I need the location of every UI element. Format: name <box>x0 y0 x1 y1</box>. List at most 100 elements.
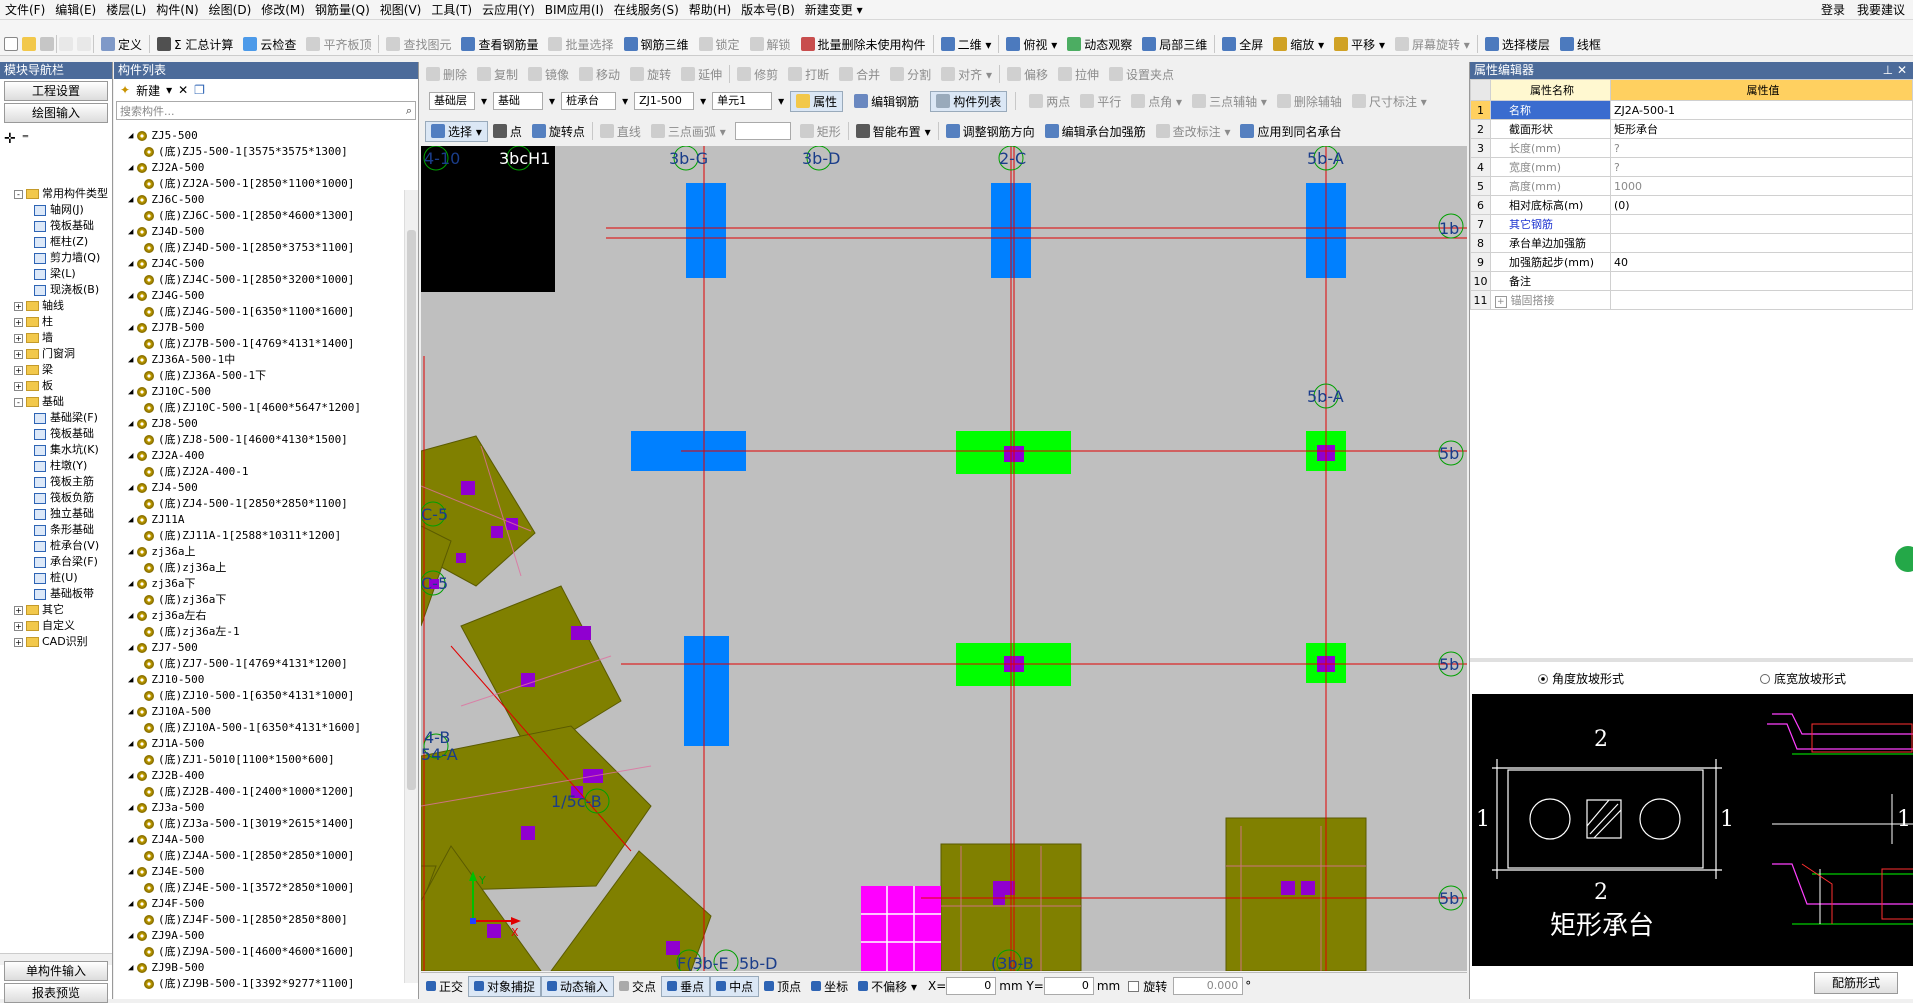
component-list-item[interactable]: (底)ZJ2B-400-1[2400*1000*1200] <box>118 784 404 800</box>
menu-item[interactable]: BIM应用(I) <box>540 1 609 18</box>
tree-node[interactable]: 剪力墙(Q) <box>0 250 112 266</box>
toolbar-button[interactable]: 俯视 ▾ <box>1001 34 1062 55</box>
menu-item[interactable]: 绘图(D) <box>204 1 257 18</box>
toolbar-button[interactable]: 全屏 <box>1217 34 1268 55</box>
new-component-button[interactable]: 新建 <box>136 82 160 99</box>
edit-tool-button[interactable]: 偏移 <box>1002 64 1053 85</box>
edit-tool-button[interactable]: 旋转 <box>625 64 676 85</box>
toolbar-button[interactable]: 平齐板顶 <box>301 34 376 55</box>
property-row[interactable]: 4 宽度(mm)? <box>1470 157 1913 177</box>
component-list-item[interactable]: (底)ZJ4E-500-1[3572*2850*1000] <box>118 880 404 896</box>
component-list-item[interactable]: ◢ ZJ7-500 <box>118 640 404 656</box>
component-list-item[interactable]: (底)ZJ8-500-1[4600*4130*1500] <box>118 432 404 448</box>
tree-node[interactable]: - 基础 <box>0 394 112 410</box>
collapse-icon[interactable]: ◢ <box>128 928 133 944</box>
single-component-input-button[interactable]: 单构件输入 <box>4 961 108 981</box>
property-row[interactable]: 8 承台单边加强筋 <box>1470 233 1913 253</box>
component-list-item[interactable]: ◢ ZJ4C-500 <box>118 256 404 272</box>
collapse-icon[interactable]: ◢ <box>128 160 133 176</box>
dropdown-arrow-icon[interactable]: ▾ <box>166 83 172 97</box>
collapse-icon[interactable]: ◢ <box>128 224 133 240</box>
property-value[interactable] <box>1610 233 1913 253</box>
component-list-item[interactable]: (底)zj36a左-1 <box>118 624 404 640</box>
cad-drawing[interactable]: 4-10 3bcH1 3b-G 3b-D 2-C 5b-A 1b 5b 5b 5… <box>421 146 1467 971</box>
search-icon[interactable]: ⌕ <box>406 104 415 118</box>
toolbar-button[interactable]: 定义 <box>96 34 147 55</box>
component-list-item[interactable]: ◢ ZJ4A-500 <box>118 832 404 848</box>
radio-width-slope[interactable]: 底宽放坡形式 <box>1759 670 1846 687</box>
tree-node[interactable]: + 自定义 <box>0 618 112 634</box>
redo-icon[interactable] <box>77 37 91 51</box>
toolbar-button[interactable]: 屏幕旋转 ▾ <box>1390 34 1475 55</box>
type-select[interactable]: 桩承台 <box>561 92 617 110</box>
tree-node[interactable]: 筏板主筋 <box>0 474 112 490</box>
tree-node[interactable]: + 梁 <box>0 362 112 378</box>
tree-node[interactable]: 条形基础 <box>0 522 112 538</box>
new-file-icon[interactable] <box>4 37 18 51</box>
delete-icon[interactable]: ✕ <box>178 83 188 97</box>
unit-select[interactable]: 单元1 <box>712 92 773 110</box>
status-toggle[interactable]: 不偏移 ▾ <box>853 976 922 997</box>
toolbar-button[interactable]: Σ 汇总计算 <box>152 34 238 55</box>
component-list-item[interactable]: ◢ ZJ11A <box>118 512 404 528</box>
y-input[interactable]: 0 <box>1043 977 1094 995</box>
collapse-icon[interactable]: ◢ <box>128 256 133 272</box>
toolbar-button[interactable]: 缩放 ▾ <box>1268 34 1329 55</box>
draw-tool-button[interactable]: 矩形 <box>795 121 846 142</box>
menu-item[interactable]: 楼层(L) <box>101 1 151 18</box>
menu-item[interactable]: 编辑(E) <box>50 1 101 18</box>
edit-tool-button[interactable]: 设置夹点 <box>1104 64 1179 85</box>
component-list-item[interactable]: (底)ZJ10C-500-1[4600*5647*1200] <box>118 400 404 416</box>
component-list-item[interactable]: (底)ZJ7-500-1[4769*4131*1200] <box>118 656 404 672</box>
component-list-item[interactable]: ◢ ZJ9B-500 <box>118 960 404 976</box>
edit-tool-button[interactable]: 移动 <box>574 64 625 85</box>
component-list-item[interactable]: (底)zj36a下 <box>118 592 404 608</box>
collapse-icon[interactable]: ◢ <box>128 864 133 880</box>
component-list-scrollbar[interactable] <box>404 190 418 983</box>
edit-tool-button[interactable]: 对齐 ▾ <box>936 64 997 85</box>
status-toggle[interactable]: 动态输入 <box>541 975 615 997</box>
component-list-item[interactable]: (底)ZJ4F-500-1[2850*2850*800] <box>118 912 404 928</box>
draw-tool-button[interactable]: 三点画弧 ▾ <box>646 121 731 142</box>
component-list-item[interactable]: ◢ ZJ5-500 <box>118 128 404 144</box>
style-select[interactable] <box>734 122 791 140</box>
component-list-item[interactable]: (底)ZJ2A-500-1[2850*1100*1000] <box>118 176 404 192</box>
edit-tool-button[interactable]: 修剪 <box>732 64 783 85</box>
property-row[interactable]: 7 其它钢筋 <box>1470 214 1913 234</box>
tree-node[interactable]: + 柱 <box>0 314 112 330</box>
property-value[interactable]: 40 <box>1610 252 1913 272</box>
menu-item[interactable]: 云应用(Y) <box>477 1 540 18</box>
component-list-item[interactable]: ◢ ZJ9A-500 <box>118 928 404 944</box>
collapse-icon[interactable]: ⁼ <box>22 131 29 147</box>
component-list-item[interactable]: ◢ ZJ2A-500 <box>118 160 404 176</box>
toolbar-button[interactable]: 云检查 <box>238 34 301 55</box>
tree-node[interactable]: 筏板基础 <box>0 426 112 442</box>
rotate-checkbox[interactable] <box>1128 980 1140 992</box>
drawing-canvas[interactable]: 4-10 3bcH1 3b-G 3b-D 2-C 5b-A 1b 5b 5b 5… <box>421 146 1467 971</box>
toolbar-button[interactable]: 锁定 <box>694 34 745 55</box>
component-list-item[interactable]: (底)ZJ6C-500-1[2850*4600*1300] <box>118 208 404 224</box>
collapse-icon[interactable]: ◢ <box>128 768 133 784</box>
rotate-input[interactable]: 0.000 <box>1173 977 1244 995</box>
draw-tool-button[interactable]: 点 <box>488 121 527 142</box>
pin-icon[interactable]: ⊥ ✕ <box>1883 62 1907 79</box>
menu-right-item[interactable]: 登录 <box>1821 1 1845 18</box>
edit-tool-button[interactable]: 合并 <box>834 64 885 85</box>
status-toggle[interactable]: 对象捕捉 <box>468 975 542 997</box>
menu-item[interactable]: 帮助(H) <box>684 1 736 18</box>
draw-tool-button[interactable]: 查改标注 ▾ <box>1151 121 1236 142</box>
expand-toggle-icon[interactable]: + <box>14 381 23 391</box>
expand-toggle-icon[interactable]: + <box>14 621 23 631</box>
collapse-icon[interactable]: ◢ <box>128 448 133 464</box>
collapse-icon[interactable]: ◢ <box>128 192 133 208</box>
toolbar-button[interactable]: 局部三维 <box>1137 34 1212 55</box>
component-list-item[interactable]: ◢ zj36a左右 <box>118 608 404 624</box>
axis-tool-button[interactable]: 点角 ▾ <box>1126 91 1187 112</box>
menu-right-item[interactable]: 我要建议 <box>1857 1 1905 18</box>
draw-tool-button[interactable]: 编辑承台加强筋 <box>1040 121 1151 142</box>
tree-node[interactable]: 承台梁(F) <box>0 554 112 570</box>
draw-tool-button[interactable]: 选择 ▾ <box>425 120 488 142</box>
property-value[interactable]: ZJ2A-500-1 <box>1610 100 1913 120</box>
component-list-item[interactable]: (底)ZJ1-5010[1100*1500*600] <box>118 752 404 768</box>
menu-item[interactable]: 工具(T) <box>426 1 477 18</box>
